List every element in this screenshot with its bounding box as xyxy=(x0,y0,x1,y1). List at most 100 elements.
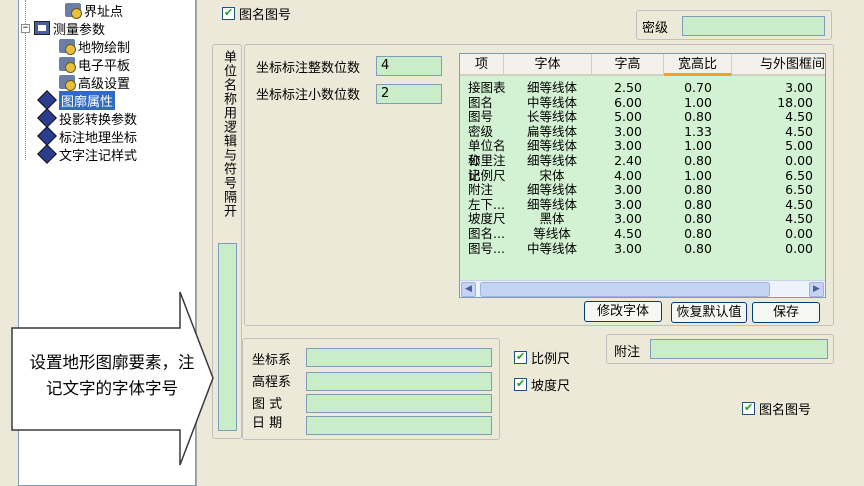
table-cell: 2.50 xyxy=(614,80,642,95)
tree-item-text-style[interactable]: 文字注记样式 xyxy=(37,144,138,164)
tree-item-label: 测量参数 xyxy=(53,22,106,38)
table-row[interactable]: 坡度尺 黑体 3.00 0.80 4.50 xyxy=(460,211,825,227)
tree-item-label: 投影转换参数 xyxy=(59,112,138,128)
table-cell: 0.70 xyxy=(684,80,712,95)
checkbox-box[interactable] xyxy=(222,6,235,20)
table-cell: 6.00 xyxy=(614,94,642,110)
column-header-frame-gap[interactable]: 与外图框间 xyxy=(732,54,825,76)
table-cell: 0.00 xyxy=(785,240,813,256)
table-cell: 3.00 xyxy=(614,211,642,227)
modify-font-button[interactable]: 修改字体 xyxy=(584,301,662,322)
bottom-title-checkbox[interactable]: 图名图号 xyxy=(742,399,811,418)
diamond-icon xyxy=(37,144,57,164)
secret-level-input[interactable] xyxy=(682,16,825,36)
table-cell: 3.00 xyxy=(785,80,813,95)
column-header-height[interactable]: 字高 xyxy=(592,54,664,76)
top-title-checkbox[interactable]: 图名图号 xyxy=(222,4,291,23)
table-row[interactable]: 图名 中等线体 6.00 1.00 18.00 xyxy=(460,94,825,110)
table-row[interactable]: 公里注记 细等线体 2.40 0.80 0.00 xyxy=(460,153,825,183)
checkbox-box[interactable] xyxy=(514,350,527,364)
tree-item-feature-drawing[interactable]: 地物绘制 xyxy=(59,37,131,56)
table-row[interactable]: 附注 细等线体 3.00 0.80 6.50 xyxy=(460,182,825,198)
tree-item-label: 文字注记样式 xyxy=(59,148,138,164)
table-row[interactable]: 接图表 细等线体 2.50 0.70 3.00 xyxy=(460,80,825,95)
table-cell: 比例尺 xyxy=(468,167,506,183)
tree-item-boundary-point[interactable]: 界址点 xyxy=(65,1,123,20)
table-cell: 2.40 xyxy=(614,153,642,168)
diamond-icon xyxy=(37,108,57,128)
table-cell: 4.50 xyxy=(785,196,813,212)
column-header-font[interactable]: 字体 xyxy=(504,54,592,76)
callout-text: 设置地形图廓要素，注记文字的字体字号 xyxy=(29,353,195,398)
checkbox-label: 坡度尺 xyxy=(531,379,571,394)
table-cell: 扁等线体 xyxy=(526,123,577,139)
table-row[interactable]: 图号 长等线体 5.00 0.80 4.50 xyxy=(460,109,825,125)
scroll-right-arrow-icon[interactable]: ▶ xyxy=(809,282,824,297)
table-row[interactable]: 单位名称 细等线体 3.00 1.00 5.00 xyxy=(460,138,825,168)
table-cell: 公里注记 xyxy=(468,153,506,183)
column-header-ratio[interactable]: 宽高比 xyxy=(664,54,732,76)
book-icon xyxy=(34,21,50,35)
tree-item-frame-properties[interactable]: 图廓属性 xyxy=(37,90,116,110)
checkbox-label: 图名图号 xyxy=(239,8,292,23)
table-cell: 细等线体 xyxy=(526,153,577,168)
table-cell: 5.00 xyxy=(614,109,642,125)
checkbox-box[interactable] xyxy=(742,401,755,415)
table-row[interactable]: 图名... 等线体 4.50 0.80 0.00 xyxy=(460,226,825,241)
table-cell: 长等线体 xyxy=(526,109,577,125)
table-cell: 图号... xyxy=(468,240,505,256)
column-header-item[interactable]: 项 xyxy=(460,54,504,76)
collapse-toggle[interactable]: − xyxy=(21,23,30,33)
tree-item-label: 高级设置 xyxy=(78,76,131,92)
tree-item-electronic-plate[interactable]: 电子平板 xyxy=(59,55,131,74)
table-cell: 1.00 xyxy=(684,94,712,110)
scale-bar-checkbox[interactable]: 比例尺 xyxy=(514,348,570,367)
coord-int-input[interactable]: 4 xyxy=(376,56,442,76)
restore-default-button[interactable]: 恢复默认值 xyxy=(671,302,747,323)
checkbox-label: 比例尺 xyxy=(531,352,571,367)
checkbox-box[interactable] xyxy=(514,377,527,391)
table-cell: 左下... xyxy=(468,196,505,212)
font-settings-grid[interactable]: 项 字体 字高 宽高比 与外图框间 接图表 细等线体 2.50 0.70 3.00 图名中… xyxy=(459,53,826,298)
table-row[interactable]: 密级 扁等线体 3.00 1.33 4.50 xyxy=(460,123,825,139)
table-cell: 0.00 xyxy=(785,226,813,241)
save-button[interactable]: 保存 xyxy=(752,302,820,323)
table-cell: 坡度尺 xyxy=(468,211,506,227)
date-input[interactable] xyxy=(306,416,492,435)
note-input[interactable] xyxy=(650,339,828,359)
table-row[interactable]: 比例尺 宋体 4.00 1.00 6.50 xyxy=(460,167,825,183)
tree-item-label: 电子平板 xyxy=(78,58,131,74)
tree-item-projection-params[interactable]: 投影转换参数 xyxy=(37,108,138,128)
table-cell: 密级 xyxy=(468,123,494,139)
table-cell: 细等线体 xyxy=(526,182,577,198)
elevation-system-input[interactable] xyxy=(306,372,492,391)
horizontal-scrollbar[interactable]: ◀ ▶ xyxy=(460,280,825,297)
tree-item-advanced-settings[interactable]: 高级设置 xyxy=(59,73,131,92)
table-cell: 0.80 xyxy=(684,109,712,125)
table-cell: 3.00 xyxy=(614,182,642,198)
table-cell: 接图表 xyxy=(468,80,506,95)
tree-item-label: 地物绘制 xyxy=(78,40,131,56)
table-cell: 3.00 xyxy=(614,138,642,154)
table-cell: 1.00 xyxy=(684,138,712,154)
table-cell: 宋体 xyxy=(539,167,565,183)
coord-system-input[interactable] xyxy=(306,348,492,367)
secret-level-label: 密级 xyxy=(642,21,669,36)
coord-dec-input[interactable]: 2 xyxy=(376,84,442,104)
table-cell: 0.80 xyxy=(684,211,712,227)
tree-item-geo-coordinates[interactable]: 标注地理坐标 xyxy=(37,126,137,146)
table-row[interactable]: 左下... 细等线体 3.00 0.80 4.50 xyxy=(460,196,825,212)
table-row[interactable]: 图号... 中等线体 3.00 0.80 0.00 xyxy=(460,240,825,256)
table-cell: 4.50 xyxy=(614,226,642,241)
table-cell: 细等线体 xyxy=(526,196,577,212)
table-cell: 0.80 xyxy=(684,240,712,256)
tree-item-survey-params[interactable]: − 测量参数 xyxy=(21,19,106,38)
unit-name-input[interactable] xyxy=(218,243,237,431)
table-cell: 0.00 xyxy=(785,153,813,168)
table-cell: 细等线体 xyxy=(526,80,577,95)
table-cell: 3.00 xyxy=(614,240,642,256)
scroll-thumb[interactable] xyxy=(480,282,770,297)
slope-bar-checkbox[interactable]: 坡度尺 xyxy=(514,375,570,394)
map-style-input[interactable] xyxy=(306,394,492,413)
scroll-left-arrow-icon[interactable]: ◀ xyxy=(461,282,476,297)
